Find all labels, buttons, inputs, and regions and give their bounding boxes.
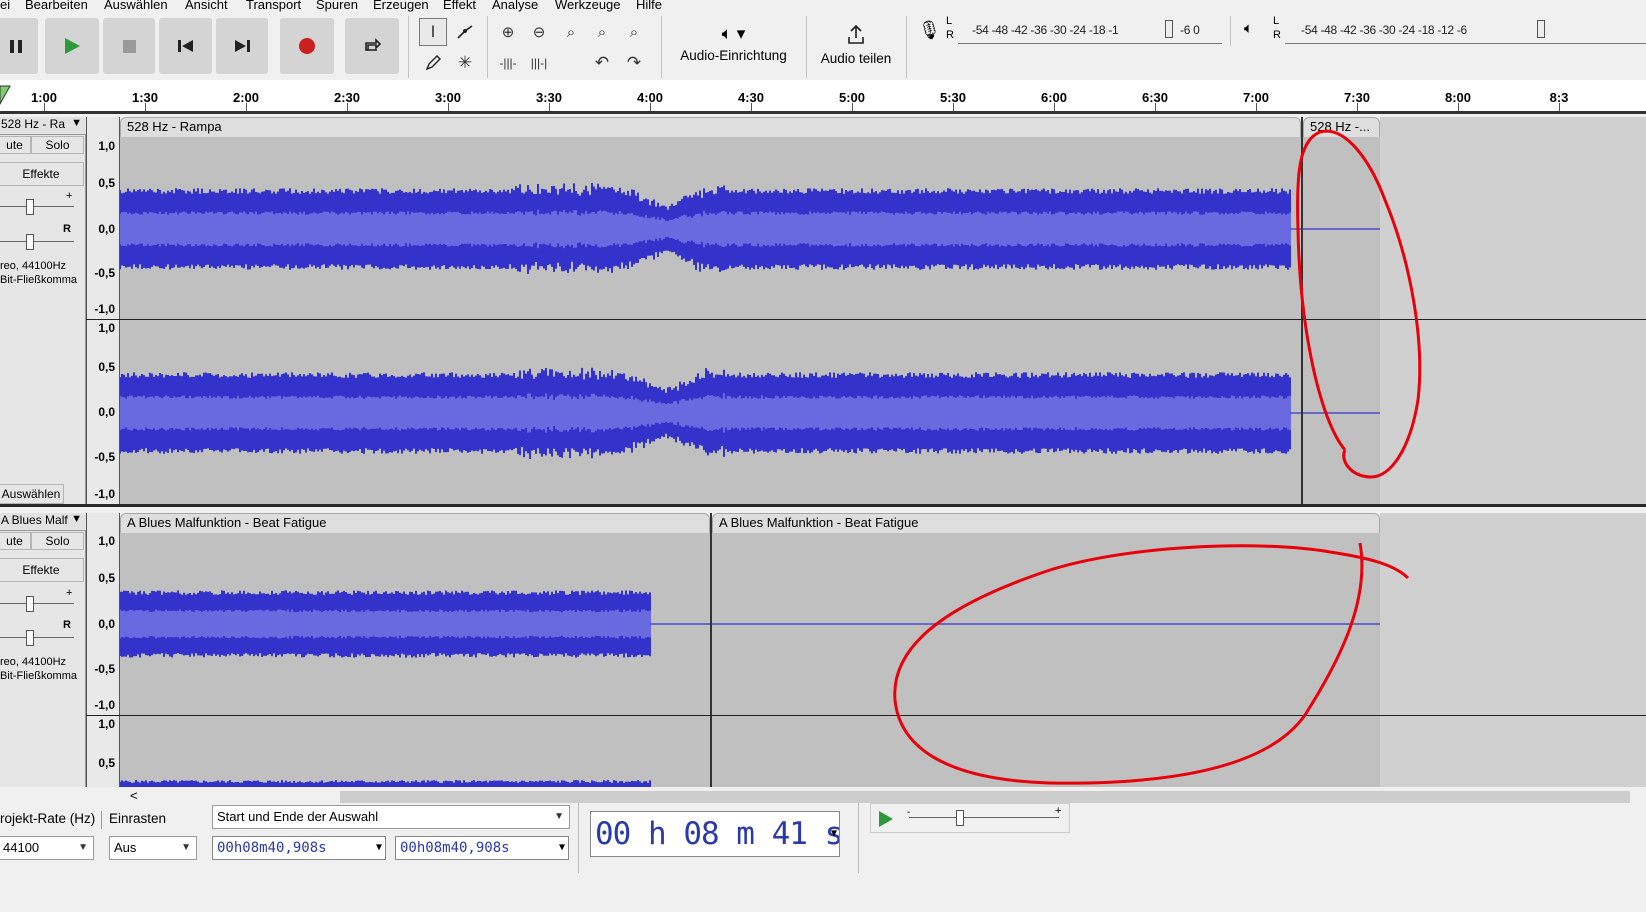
speed-slider[interactable] (909, 817, 1059, 818)
selection-toolbar: rojekt-Rate (Hz) Einrasten 44100 ▼ Aus ▼ S… (0, 803, 1646, 912)
play-at-speed-icon[interactable] (877, 810, 895, 828)
chevron-down-icon: ▼ (78, 842, 88, 853)
chevron-down-icon: ▼ (181, 842, 191, 853)
scroll-left-icon[interactable]: < (130, 788, 138, 803)
selection-start-time[interactable]: 00h08m40,908s ▼ (212, 836, 386, 860)
play-at-speed-toolbar: - + (870, 803, 1070, 833)
annotation-circle-1 (1296, 129, 1422, 479)
chevron-down-icon: ▼ (558, 842, 565, 853)
audio-position-time[interactable]: 00 h 08 m 41 s ▼ (590, 811, 840, 857)
red-annotation-overlay (893, 129, 1422, 785)
speed-slider-thumb[interactable] (956, 810, 964, 826)
selection-end-time[interactable]: 00h08m40,908s ▼ (395, 836, 569, 860)
snap-select[interactable]: Aus ▼ (109, 836, 197, 860)
annotation-circle-2 (893, 542, 1410, 785)
project-rate-label: rojekt-Rate (Hz) (0, 811, 96, 826)
speed-minus-icon: - (907, 807, 911, 818)
snap-label: Einrasten (109, 811, 167, 826)
selection-mode-select[interactable]: Start und Ende der Auswahl ▼ (212, 805, 570, 829)
chevron-down-icon: ▼ (554, 811, 564, 822)
chevron-down-icon: ▼ (375, 842, 382, 853)
scrollbar-thumb[interactable] (340, 791, 1630, 803)
speed-plus-icon: + (1055, 805, 1062, 817)
audacity-window: ei Bearbeiten Auswählen Ansicht Transpor… (0, 0, 1646, 912)
chevron-down-icon: ▼ (830, 828, 837, 839)
project-rate-select[interactable]: 44100 ▼ (0, 836, 94, 860)
